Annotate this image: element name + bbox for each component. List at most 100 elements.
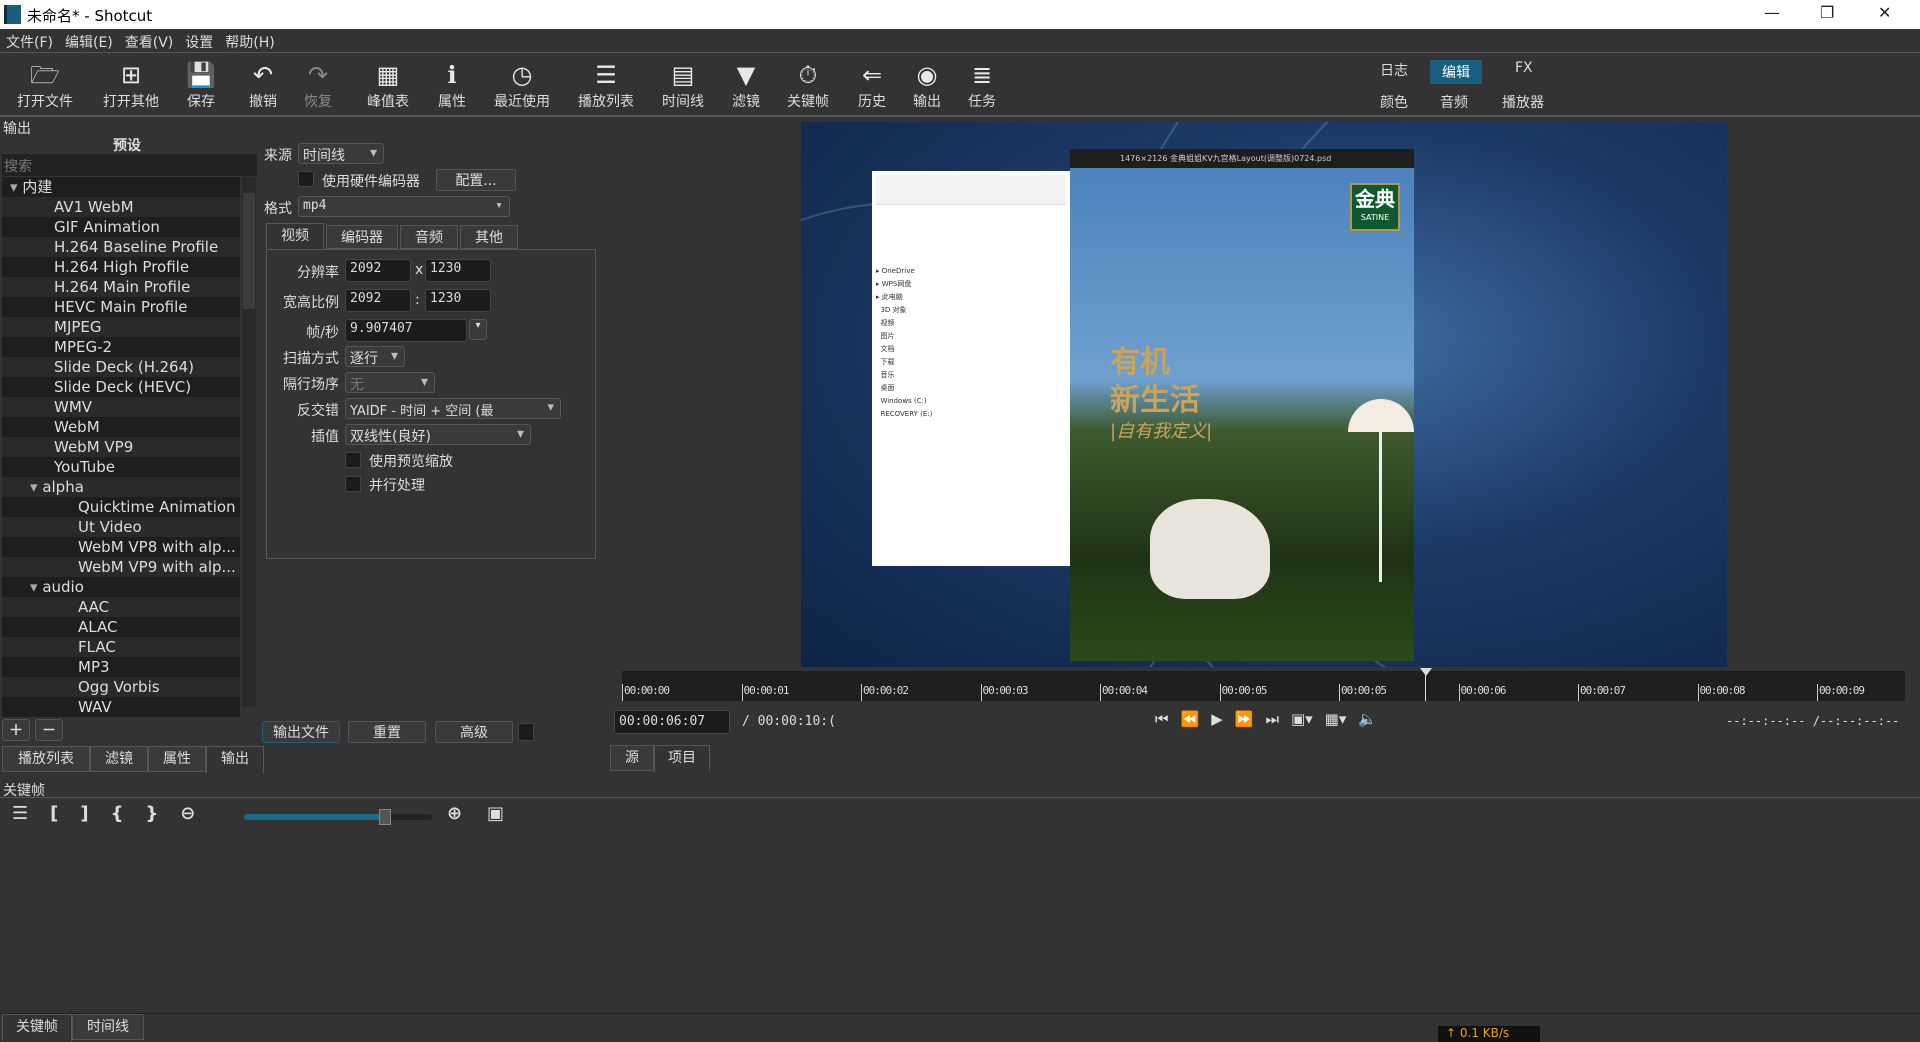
- menu-icon[interactable]: ☰: [12, 803, 28, 824]
- tab-keyframes[interactable]: 关键帧: [2, 1014, 72, 1042]
- tab-timeline[interactable]: 时间线: [72, 1014, 144, 1040]
- preset-item[interactable]: ALAC: [2, 617, 240, 637]
- rewind-icon[interactable]: ⏪: [1181, 710, 1200, 728]
- preset-item[interactable]: Ogg Vorbis: [2, 677, 240, 697]
- preset-item[interactable]: H.264 Baseline Profile: [2, 237, 240, 257]
- preset-group[interactable]: ▾ audio: [2, 577, 240, 597]
- layout-fx[interactable]: FX: [1515, 60, 1533, 76]
- export-file-button[interactable]: 输出文件: [262, 721, 340, 743]
- scan-mode-combo[interactable]: 逐行: [345, 346, 405, 367]
- preset-item[interactable]: HEVC Main Profile: [2, 297, 240, 317]
- playhead-marker-icon[interactable]: [1420, 668, 1432, 676]
- volume-icon[interactable]: 🔈: [1358, 710, 1377, 728]
- preset-item[interactable]: MP3: [2, 657, 240, 677]
- tab-other[interactable]: 其他: [460, 225, 518, 249]
- tab-project[interactable]: 项目: [654, 745, 710, 773]
- preset-item[interactable]: MJPEG: [2, 317, 240, 337]
- toolbar-playlist-button[interactable]: ☰ 播放列表: [571, 59, 641, 111]
- add-preset-button[interactable]: ＋: [2, 719, 30, 741]
- preset-item[interactable]: WMV: [2, 397, 240, 417]
- zoom-out-icon[interactable]: ⊖: [180, 803, 195, 824]
- minimize-button[interactable]: —: [1764, 3, 1780, 22]
- toolbar-timeline-button[interactable]: ▤ 时间线: [648, 59, 718, 111]
- expand-arrow-icon[interactable]: ▾: [30, 478, 42, 496]
- remove-preset-button[interactable]: －: [35, 719, 63, 741]
- zoom-in-icon[interactable]: ⊕: [447, 803, 462, 824]
- menu-settings[interactable]: 设置: [179, 29, 219, 52]
- preset-item[interactable]: Slide Deck (HEVC): [2, 377, 240, 397]
- timeline-ruler[interactable]: 00:00:00 00:00:01 00:00:02 00:00:03 00:00:04…: [622, 671, 1905, 701]
- preset-item[interactable]: AV1 WebM: [2, 197, 240, 217]
- preset-item[interactable]: H.264 Main Profile: [2, 277, 240, 297]
- skip-next-icon[interactable]: ⏭: [1265, 710, 1279, 728]
- toolbar-save-button[interactable]: 💾 保存: [166, 59, 236, 111]
- tab-source[interactable]: 源: [610, 745, 654, 771]
- layout-editing[interactable]: 编辑: [1430, 60, 1482, 84]
- tab-properties[interactable]: 属性: [148, 746, 206, 772]
- set-out-icon[interactable]: ]: [80, 803, 88, 824]
- fast-forward-icon[interactable]: ⏩: [1235, 710, 1254, 728]
- toolbar-clock-button[interactable]: ◷ 最近使用: [487, 59, 557, 111]
- resolution-height-spinbox[interactable]: 1230: [425, 259, 491, 282]
- tab-audio[interactable]: 音频: [400, 225, 458, 249]
- toolbar-filter-button[interactable]: ▼ 滤镜: [711, 59, 781, 111]
- menu-edit[interactable]: 编辑(E): [59, 29, 119, 52]
- preset-item[interactable]: WAV: [2, 697, 240, 717]
- expand-arrow-icon[interactable]: ▾: [10, 178, 22, 196]
- toolbar-redo-button[interactable]: ↷ 恢复: [283, 59, 353, 111]
- layout-audio[interactable]: 音频: [1440, 92, 1468, 112]
- expand-arrow-icon[interactable]: ▾: [30, 578, 42, 596]
- hw-encoder-checkbox[interactable]: [298, 171, 314, 187]
- menu-view[interactable]: 查看(V): [119, 29, 180, 52]
- aspect-height-spinbox[interactable]: 1230: [425, 289, 491, 312]
- tab-playlist[interactable]: 播放列表: [2, 746, 90, 772]
- layout-logging[interactable]: 日志: [1380, 60, 1408, 80]
- toolbar-info-button[interactable]: ℹ 属性: [417, 59, 487, 111]
- grid-icon[interactable]: ▦▾: [1325, 710, 1347, 728]
- tab-video[interactable]: 视频: [266, 223, 324, 249]
- skip-previous-icon[interactable]: ⏮: [1155, 710, 1169, 728]
- set-in-icon[interactable]: [: [50, 803, 58, 824]
- field-order-combo[interactable]: 无: [345, 372, 435, 393]
- preset-item[interactable]: WebM VP9 with alp...: [2, 557, 240, 577]
- menu-help[interactable]: 帮助(H): [219, 29, 280, 52]
- toolbar-stopwatch-button[interactable]: ⏱ 关键帧: [773, 59, 843, 111]
- video-preview[interactable]: ▸ OneDrive ▸ WPS网盘 ▸ 此电脑 3D 对象 视频 图片 文档 下载…: [801, 122, 1727, 667]
- preset-item[interactable]: MPEG-2: [2, 337, 240, 357]
- parallel-checkbox[interactable]: [345, 476, 361, 492]
- source-combo[interactable]: 时间线: [298, 143, 384, 164]
- restore-button[interactable]: ❐: [1820, 3, 1834, 22]
- reset-button[interactable]: 重置: [348, 721, 426, 743]
- keyframes-zoom-slider[interactable]: [244, 809, 432, 825]
- format-combo[interactable]: mp4: [298, 196, 510, 217]
- preset-item[interactable]: FLAC: [2, 637, 240, 657]
- fps-spinbox[interactable]: 9.907407: [345, 319, 467, 342]
- advanced-toggle[interactable]: [518, 723, 534, 741]
- preset-item[interactable]: GIF Animation: [2, 217, 240, 237]
- layout-player[interactable]: 播放器: [1502, 92, 1544, 112]
- preset-item[interactable]: Ut Video: [2, 517, 240, 537]
- preset-item[interactable]: WebM VP9: [2, 437, 240, 457]
- toolbar-jobs-button[interactable]: ≣ 任务: [947, 59, 1017, 111]
- preset-search-input[interactable]: 搜索: [2, 154, 257, 176]
- preset-group[interactable]: ▾ alpha: [2, 477, 240, 497]
- deinterlace-combo[interactable]: YAIDF - 时间 + 空间 (最: [345, 398, 561, 419]
- preset-item[interactable]: WebM VP8 with alp...: [2, 537, 240, 557]
- layout-color[interactable]: 颜色: [1380, 92, 1408, 112]
- toolbar-open-other-button[interactable]: ⊞ 打开其他: [96, 59, 166, 111]
- tab-filters[interactable]: 滤镜: [90, 746, 148, 772]
- interpolation-combo[interactable]: 双线性(良好): [345, 424, 531, 445]
- toolbar-peak-meter-button[interactable]: ▦ 峰值表: [353, 59, 423, 111]
- toolbar-folder-open-button[interactable]: 🗁 打开文件: [10, 59, 80, 111]
- close-button[interactable]: ✕: [1878, 3, 1891, 22]
- preset-item[interactable]: Slide Deck (H.264): [2, 357, 240, 377]
- preset-item[interactable]: WebM: [2, 417, 240, 437]
- aspect-width-spinbox[interactable]: 2092: [345, 289, 411, 312]
- zoom-fit-keyframes-icon[interactable]: ▣: [487, 803, 504, 824]
- preview-scale-checkbox[interactable]: [345, 452, 361, 468]
- advanced-button[interactable]: 高级: [435, 721, 513, 743]
- configure-button[interactable]: 配置...: [436, 169, 516, 191]
- fps-dropdown[interactable]: ▾: [469, 319, 487, 340]
- preset-item[interactable]: AAC: [2, 597, 240, 617]
- tab-export[interactable]: 输出: [206, 746, 264, 774]
